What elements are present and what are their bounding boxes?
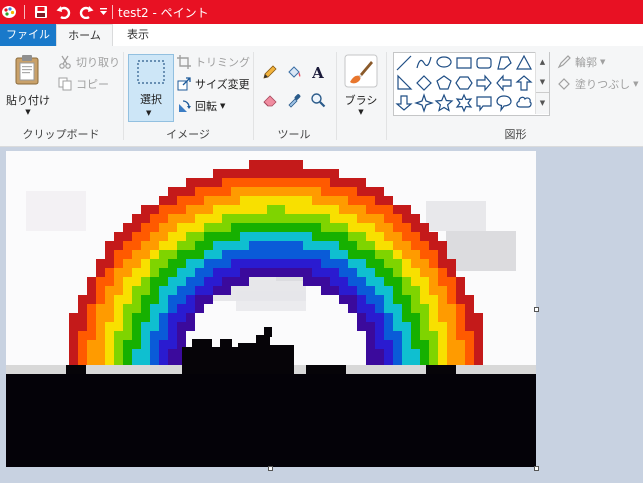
redo-icon[interactable] — [76, 0, 96, 24]
six-point-star-shape-icon[interactable] — [455, 93, 473, 113]
group-separator — [386, 52, 387, 140]
cut-label: 切り取り — [76, 56, 120, 69]
chevron-down-icon: ▼ — [600, 58, 606, 66]
polygon-shape-icon[interactable] — [497, 56, 512, 70]
save-icon[interactable] — [31, 0, 51, 24]
chevron-down-icon[interactable]: ▼ — [536, 72, 549, 92]
group-separator — [336, 52, 337, 140]
brush-icon — [344, 54, 378, 88]
fill-bucket-icon — [556, 76, 572, 92]
workspace — [0, 147, 643, 483]
hexagon-shape-icon[interactable] — [455, 76, 473, 90]
oval-shape-icon[interactable] — [436, 56, 452, 68]
copy-icon — [57, 76, 73, 92]
separator — [112, 5, 113, 19]
paste-icon — [15, 55, 39, 85]
select-label: 選択 — [140, 93, 162, 106]
color-picker-icon[interactable] — [284, 90, 304, 110]
separator — [24, 5, 25, 19]
diamond-shape-icon[interactable] — [416, 75, 432, 91]
paste-label: 貼り付け — [6, 94, 50, 107]
text-icon[interactable]: A — [308, 62, 328, 82]
four-point-star-shape-icon[interactable] — [414, 93, 434, 113]
right-triangle-shape-icon[interactable] — [397, 74, 413, 90]
rotate-icon — [176, 98, 192, 114]
chevron-down-icon: ▼ — [25, 108, 31, 116]
undo-icon[interactable] — [54, 0, 74, 24]
svg-text:A: A — [311, 64, 324, 80]
eraser-icon[interactable] — [260, 90, 280, 110]
more-icon[interactable]: ▼ — [536, 92, 549, 113]
outline-icon — [556, 54, 572, 70]
select-rectangle-icon — [137, 60, 165, 84]
customize-quick-access-icon[interactable] — [97, 0, 109, 24]
cut-button[interactable]: 切り取り — [57, 54, 120, 70]
up-arrow-shape-icon[interactable] — [515, 75, 533, 91]
brushes-label: ブラシ — [344, 94, 378, 107]
tab-home[interactable]: ホーム — [56, 24, 113, 47]
shapes-gallery — [393, 52, 550, 116]
curve-shape-icon[interactable] — [416, 56, 432, 69]
resize-label: サイズ変更 — [195, 78, 250, 91]
tab-view[interactable]: 表示 — [112, 24, 164, 46]
shapes-gallery-scroll[interactable]: ▲ ▼ ▼ — [535, 52, 549, 114]
select-button[interactable]: 選択 ▼ — [128, 54, 174, 122]
oval-callout-shape-icon[interactable] — [496, 95, 512, 113]
crop-button[interactable]: トリミング — [176, 54, 250, 70]
title-bar: test2 - ペイント — [0, 0, 643, 24]
copy-button[interactable]: コピー — [57, 76, 109, 92]
magnifier-icon[interactable] — [308, 90, 328, 110]
outline-button[interactable]: 輪郭 ▼ — [556, 54, 605, 70]
paint-app-icon[interactable] — [0, 0, 18, 24]
resize-handle-bottom[interactable] — [268, 466, 273, 471]
shapes-group-label: 図形 — [504, 128, 527, 141]
window-title: test2 - ペイント — [118, 6, 209, 20]
rotate-button[interactable]: 回転 ▼ — [176, 98, 225, 114]
drawing-canvas[interactable] — [6, 151, 536, 467]
line-shape-icon[interactable] — [396, 55, 412, 71]
outline-label: 輪郭 — [575, 56, 597, 69]
chevron-down-icon: ▼ — [358, 108, 364, 116]
resize-handle-right[interactable] — [534, 307, 539, 312]
chevron-down-icon: ▼ — [633, 80, 639, 88]
clipboard-group-label: クリップボード — [22, 128, 100, 141]
image-group-label: イメージ — [166, 128, 210, 141]
tab-file[interactable]: ファイル — [0, 24, 56, 46]
resize-handle-corner[interactable] — [534, 466, 539, 471]
rectangle-callout-shape-icon[interactable] — [476, 96, 492, 112]
crop-label: トリミング — [195, 56, 250, 69]
paste-button[interactable]: 貼り付け ▼ — [4, 52, 52, 122]
chevron-down-icon: ▼ — [220, 102, 226, 110]
resize-button[interactable]: サイズ変更 — [176, 76, 250, 92]
down-arrow-shape-icon[interactable] — [395, 95, 413, 111]
chevron-up-icon[interactable]: ▲ — [536, 52, 549, 72]
cloud-callout-shape-icon[interactable] — [516, 96, 532, 108]
ribbon-tabs: ファイル ホーム 表示 — [0, 24, 643, 47]
fill-shape-button[interactable]: 塗りつぶし ▼ — [556, 76, 639, 92]
pentagon-shape-icon[interactable] — [436, 75, 452, 90]
five-point-star-shape-icon[interactable] — [434, 93, 454, 112]
resize-icon — [176, 76, 192, 92]
left-arrow-shape-icon[interactable] — [496, 74, 512, 92]
ribbon: 貼り付け ▼ 切り取り コピー クリップボード 選択 ▼ トリミング サイズ変更 — [0, 46, 643, 147]
brushes-button[interactable]: ブラシ ▼ — [340, 52, 382, 122]
fill-shape-label: 塗りつぶし — [575, 78, 631, 91]
tools-group-label: ツール — [277, 128, 311, 141]
copy-label: コピー — [76, 78, 109, 91]
shapes-grid — [395, 54, 533, 113]
rotate-label: 回転 — [195, 100, 217, 113]
scissors-icon — [57, 54, 73, 70]
rounded-rectangle-shape-icon[interactable] — [476, 57, 492, 69]
triangle-shape-icon[interactable] — [515, 54, 533, 70]
pencil-icon[interactable] — [260, 62, 280, 82]
chevron-down-icon: ▼ — [146, 109, 152, 117]
right-arrow-shape-icon[interactable] — [476, 74, 492, 92]
crop-icon — [176, 54, 192, 70]
rectangle-shape-icon[interactable] — [456, 57, 472, 69]
fill-icon[interactable] — [284, 62, 304, 82]
